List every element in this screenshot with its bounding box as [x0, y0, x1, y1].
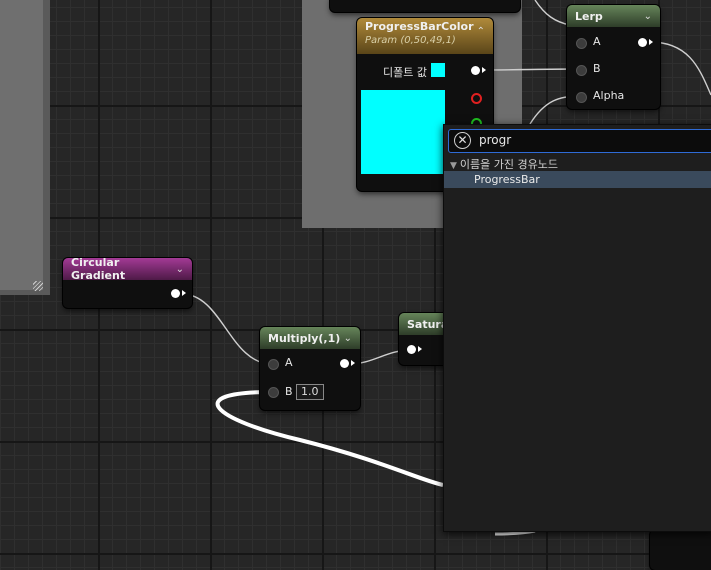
pin-lerp-a-label: A: [593, 35, 601, 48]
node-partial-bottom[interactable]: [650, 530, 711, 570]
chevron-down-icon[interactable]: ⌄: [644, 11, 652, 22]
node-multiply-title: Multiply(,1): [268, 331, 341, 345]
multiply-b-value-input[interactable]: 1.0: [296, 384, 324, 400]
search-box[interactable]: ✕: [448, 129, 711, 153]
pin-lerp-alpha-label: Alpha: [593, 89, 625, 102]
pin-multiply-output[interactable]: [340, 359, 349, 368]
node-circular-gradient-title: Circular Gradient: [71, 256, 126, 282]
pin-gradient-output[interactable]: [171, 289, 180, 298]
pin-lerp-b[interactable]: [576, 65, 587, 76]
pin-multiply-b-label: B: [285, 385, 293, 398]
default-value-swatch[interactable]: [431, 63, 445, 77]
result-category[interactable]: ▼ 이름을 가진 경유노드: [450, 156, 558, 172]
search-result-item[interactable]: ProgressBar: [444, 171, 711, 188]
color-preview: [361, 90, 445, 174]
pin-lerp-output-arrow-icon: [649, 39, 653, 45]
pin-color-r-output[interactable]: [471, 93, 482, 104]
node-lerp-header[interactable]: Lerp ⌄: [567, 5, 660, 27]
pin-multiply-a[interactable]: [268, 359, 279, 370]
node-search-popup[interactable]: ✕ ▼이름을 가진 경유노드 ProgressBar: [443, 124, 711, 532]
wire-color-to-lerp-b: [477, 68, 581, 71]
chevron-down-icon[interactable]: ⌄: [176, 264, 184, 275]
pin-multiply-output-arrow-icon: [351, 360, 355, 366]
node-circular-gradient[interactable]: Circular Gradient ⌄: [63, 256, 192, 308]
pin-color-rgb-output[interactable]: [471, 66, 480, 75]
pin-color-output-arrow-icon: [482, 67, 486, 73]
pin-gradient-output-arrow-icon: [182, 290, 186, 296]
pin-multiply-b[interactable]: [268, 387, 279, 398]
node-lerp[interactable]: Lerp ⌄ A B Alpha: [567, 5, 660, 109]
node-progress-bar-color-title: ProgressBarColor: [365, 20, 474, 33]
node-lerp-title: Lerp: [575, 9, 603, 23]
result-category-label: 이름을 가진 경유노드: [459, 158, 558, 171]
default-value-label: 디폴트 값: [383, 66, 427, 79]
wire-gradient-to-multiply: [181, 293, 273, 365]
node-partial-top[interactable]: [330, 0, 520, 12]
node-multiply[interactable]: Multiply(,1) ⌄ A B 1.0: [260, 327, 360, 410]
search-input[interactable]: [479, 132, 699, 148]
triangle-down-icon[interactable]: ▼: [450, 161, 457, 171]
pin-multiply-a-label: A: [285, 356, 293, 369]
pin-saturate-input[interactable]: [407, 345, 416, 354]
node-circular-gradient-header[interactable]: Circular Gradient ⌄: [63, 256, 192, 282]
close-icon[interactable]: ✕: [454, 132, 471, 149]
pin-lerp-a[interactable]: [576, 38, 587, 49]
pin-lerp-b-label: B: [593, 62, 601, 75]
pin-saturate-input-arrow-icon: [418, 346, 422, 352]
node-progress-bar-color-subtitle: Param (0,50,49,1): [365, 35, 456, 46]
wire-top-right: [534, 0, 571, 26]
pin-lerp-alpha[interactable]: [576, 92, 587, 103]
chevron-up-icon[interactable]: ⌃: [477, 26, 485, 37]
node-multiply-header[interactable]: Multiply(,1) ⌄: [260, 327, 360, 349]
chevron-down-icon[interactable]: ⌄: [344, 333, 352, 344]
pin-lerp-output[interactable]: [638, 38, 647, 47]
node-progress-bar-color-header[interactable]: ProgressBarColor Param (0,50,49,1) ⌃: [357, 18, 493, 54]
